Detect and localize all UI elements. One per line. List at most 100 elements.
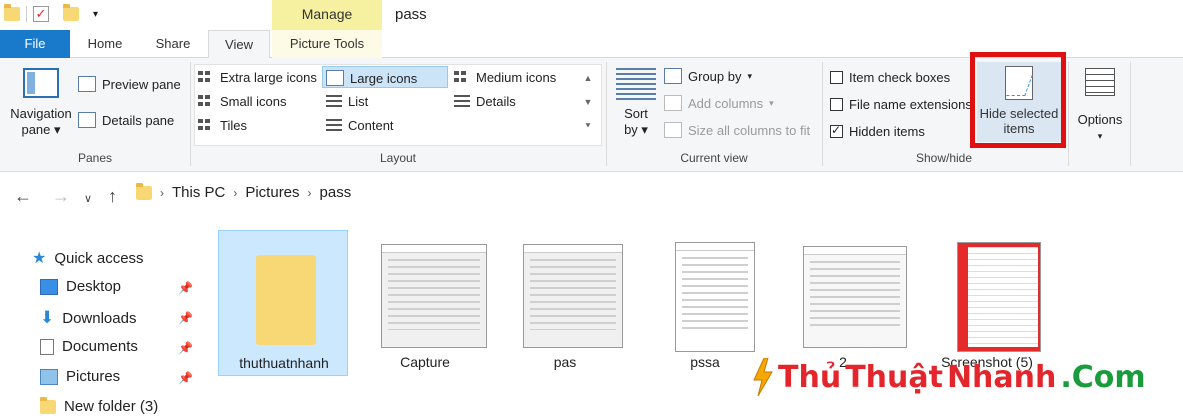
chevron-right-icon[interactable]: ›: [308, 186, 312, 200]
breadcrumb-pass[interactable]: pass: [320, 184, 352, 201]
group-by-button[interactable]: Group by ▾: [664, 68, 752, 84]
layout-item-label: Details: [476, 94, 516, 109]
file-item[interactable]: 2: [778, 230, 908, 376]
nav-item-new-folder[interactable]: New folder (3): [40, 396, 159, 415]
nav-item-label: Downloads: [62, 309, 137, 327]
up-arrow-icon[interactable]: ↑: [108, 186, 117, 207]
chevron-down-icon: ▾: [1097, 131, 1103, 141]
file-name-extensions-option[interactable]: File name extensions: [830, 97, 972, 112]
details-pane-label: Details pane: [102, 112, 175, 128]
navigation-pane-button[interactable]: Navigation pane ▾: [6, 68, 76, 138]
layout-item-label: Small icons: [220, 94, 287, 109]
layout-content[interactable]: Content: [326, 118, 394, 133]
size-columns-icon: [664, 122, 682, 138]
address-bar: ← → ∨ ↑ › This PC › Pictures › pass: [0, 172, 1183, 220]
folder-icon: [40, 396, 56, 414]
hidden-items-checkbox[interactable]: [830, 123, 843, 138]
add-columns-icon: [664, 95, 682, 111]
file-item[interactable]: Capture: [360, 230, 490, 376]
watermark-logo: Thủ Thuật Nhanh .Com: [752, 357, 1146, 397]
customize-qat-icon[interactable]: ▾: [93, 9, 98, 20]
nav-item-label: Desktop: [66, 278, 122, 295]
layout-extra-large-icons[interactable]: Extra large icons: [198, 70, 317, 85]
file-item[interactable]: pssa: [640, 230, 770, 376]
chevron-right-icon[interactable]: ›: [233, 186, 237, 200]
pin-icon[interactable]: 📌: [178, 341, 193, 355]
file-item[interactable]: thuthuatnhanh: [218, 230, 348, 376]
size-all-columns-button[interactable]: Size all columns to fit: [664, 122, 810, 138]
tab-view[interactable]: View: [208, 30, 270, 59]
folder-thumbnail: [250, 249, 316, 345]
item-check-boxes-option[interactable]: Item check boxes: [830, 70, 950, 85]
options-label: Options: [1077, 112, 1123, 127]
screenshot-thumbnail: [675, 242, 755, 352]
add-columns-label: Add columns: [688, 95, 764, 111]
nav-item-pictures[interactable]: Pictures: [40, 368, 120, 385]
details-pane-button[interactable]: Details pane: [78, 112, 174, 128]
preview-pane-button[interactable]: Preview pane: [78, 76, 181, 92]
group-label-panes: Panes: [77, 151, 113, 165]
properties-icon[interactable]: ✓: [33, 6, 49, 22]
forward-arrow-icon[interactable]: →: [52, 186, 70, 207]
folder-icon: [234, 237, 334, 347]
layout-details[interactable]: Details: [454, 94, 516, 109]
layout-tiles[interactable]: Tiles: [198, 118, 247, 133]
options-button[interactable]: Options ▾: [1072, 68, 1128, 144]
breadcrumb-this-pc[interactable]: This PC: [172, 184, 225, 201]
layout-list[interactable]: List: [326, 94, 368, 109]
red-highlight-box: [970, 52, 1066, 148]
screenshot-thumbnail: [803, 246, 907, 348]
pin-icon[interactable]: 📌: [178, 311, 193, 325]
sort-by-button[interactable]: Sort by ▾: [612, 68, 660, 138]
folder-icon: [4, 4, 20, 21]
nav-item-downloads[interactable]: ⬇ Downloads: [40, 308, 136, 328]
recent-locations-icon[interactable]: ∨: [84, 192, 92, 205]
manage-tab[interactable]: Manage: [272, 0, 382, 30]
item-check-boxes-checkbox[interactable]: [830, 71, 843, 84]
layout-small-icons[interactable]: Small icons: [198, 94, 286, 109]
tiles-icon: [198, 118, 214, 133]
image-thumbnail: [793, 236, 907, 348]
tab-home[interactable]: Home: [74, 30, 136, 58]
pin-icon[interactable]: 📌: [178, 371, 193, 385]
tab-share[interactable]: Share: [142, 30, 204, 58]
sort-by-label-line1: Sort: [624, 106, 648, 121]
layout-large-icons[interactable]: Large icons: [326, 70, 417, 86]
tab-picture-tools[interactable]: Picture Tools: [272, 30, 382, 58]
nav-item-label: Quick access: [54, 249, 144, 267]
tab-file[interactable]: File: [0, 30, 70, 58]
pin-icon[interactable]: 📌: [178, 281, 193, 295]
file-name: pas: [553, 354, 577, 370]
hidden-items-option[interactable]: Hidden items: [830, 123, 925, 139]
breadcrumb-pictures[interactable]: Pictures: [245, 184, 299, 201]
nav-item-label: New folder (3): [64, 398, 159, 415]
group-by-icon: [664, 68, 682, 84]
image-thumbnail: [655, 236, 755, 352]
file-name-extensions-checkbox[interactable]: [830, 98, 843, 111]
preview-pane-icon: [78, 76, 96, 92]
item-check-boxes-label: Item check boxes: [849, 70, 951, 85]
nav-item-quick-access[interactable]: ★ Quick access: [32, 248, 144, 268]
layout-medium-icons[interactable]: Medium icons: [454, 70, 556, 85]
group-label-current-view: Current view: [680, 151, 748, 165]
large-icons-icon: [326, 70, 344, 86]
chevron-right-icon[interactable]: ›: [160, 186, 164, 200]
file-item[interactable]: pas: [500, 230, 630, 376]
file-name: thuthuatnhanh: [239, 355, 329, 371]
watermark-text-3: Nhanh: [946, 359, 1057, 395]
hidden-items-label: Hidden items: [849, 124, 925, 139]
quick-access-toolbar: ✓ ▾: [4, 4, 98, 22]
back-arrow-icon[interactable]: ←: [14, 186, 32, 207]
ribbon-right-edge: [1130, 62, 1131, 166]
options-icon: [1085, 68, 1115, 96]
file-item[interactable]: Screenshot (5): [922, 230, 1052, 376]
navigation-pane-icon: [23, 68, 59, 98]
layout-item-label: Large icons: [350, 70, 418, 86]
add-columns-button[interactable]: Add columns ▾: [664, 95, 774, 111]
nav-item-documents[interactable]: Documents: [40, 338, 138, 355]
nav-item-desktop[interactable]: Desktop: [40, 278, 121, 295]
layout-scroll[interactable]: ▲ ▼ ⯆: [578, 66, 598, 144]
file-name: pssa: [690, 354, 720, 370]
new-folder-icon[interactable]: [63, 4, 79, 21]
group-by-label: Group by: [688, 68, 742, 84]
